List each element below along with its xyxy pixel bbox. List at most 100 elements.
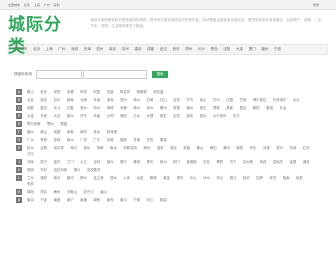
city-link[interactable]: 嘉峪关 xyxy=(273,159,283,165)
city-link[interactable]: 白银 xyxy=(226,97,233,103)
city-link[interactable]: 焦作 xyxy=(147,159,154,165)
city-link[interactable]: 湖州 xyxy=(143,145,150,151)
city-link[interactable]: 成都 xyxy=(147,47,154,52)
city-link[interactable]: 吉林 xyxy=(93,159,100,165)
city-link[interactable]: 巢湖 xyxy=(266,105,273,111)
city-link[interactable]: 承德 xyxy=(107,105,114,111)
city-link[interactable]: 来宾 xyxy=(27,181,34,187)
city-link[interactable]: 白山 xyxy=(160,97,167,103)
city-link[interactable]: 东莞 xyxy=(40,113,47,119)
city-link[interactable]: 河池 xyxy=(290,145,297,151)
city-link[interactable]: 甘孜 xyxy=(147,137,154,143)
city-link[interactable]: 呼和浩特 xyxy=(123,145,137,151)
city-link[interactable]: 北京 xyxy=(27,97,34,103)
city-link[interactable]: 安阳 xyxy=(54,89,61,95)
city-link[interactable]: 嘉兴 xyxy=(40,159,47,165)
city-link[interactable]: 金华 xyxy=(54,159,61,165)
city-link[interactable]: 南昌 xyxy=(54,197,61,203)
city-link[interactable]: 开封 xyxy=(40,167,47,173)
province-select[interactable] xyxy=(36,69,82,79)
city-link[interactable]: 拉萨 xyxy=(256,175,263,181)
city-link[interactable]: 儋州 xyxy=(200,113,207,119)
city-link[interactable]: 北京 xyxy=(33,47,40,52)
city-link[interactable]: 梅州 xyxy=(54,189,61,195)
city-link[interactable]: 绵阳 xyxy=(27,189,34,195)
city-link[interactable]: 果洛 xyxy=(160,137,167,143)
city-link[interactable]: 东营 xyxy=(93,113,100,119)
city-link[interactable]: 丹东 xyxy=(80,113,87,119)
city-link[interactable]: 龙岩 xyxy=(137,175,144,181)
city-link[interactable]: 鄂州 xyxy=(47,121,54,127)
city-link[interactable]: 池州 xyxy=(147,105,154,111)
city-link[interactable]: 迪庆 xyxy=(186,113,193,119)
city-link[interactable]: 鄂尔多斯 xyxy=(27,121,41,127)
city-link[interactable]: 百色 xyxy=(173,97,180,103)
city-link[interactable]: 甘南 xyxy=(133,137,140,143)
city-link[interactable]: 阿坝 xyxy=(80,89,87,95)
city-link[interactable]: 毕节 xyxy=(186,97,193,103)
city-link[interactable]: 南平 xyxy=(120,197,127,203)
city-link[interactable]: 厦门 xyxy=(249,47,256,52)
city-link[interactable]: 克拉玛依 xyxy=(54,167,68,173)
city-link[interactable]: 阜新 xyxy=(67,129,74,135)
city-link[interactable]: 蚌埠 xyxy=(67,97,74,103)
city-link[interactable]: 广州 xyxy=(58,47,65,52)
city-link[interactable]: 深圳 xyxy=(71,47,78,52)
city-link[interactable]: 晋城 xyxy=(133,159,140,165)
city-link[interactable]: 海口 xyxy=(70,145,77,151)
city-link[interactable]: 揭阳 xyxy=(216,159,223,165)
city-link[interactable]: 丽水 xyxy=(110,175,117,181)
city-link[interactable]: 乐山 xyxy=(190,175,197,181)
city-link[interactable]: 阿克苏 xyxy=(120,89,130,95)
city-link[interactable]: 荆门 xyxy=(173,159,180,165)
city-link[interactable]: 北屯 xyxy=(293,97,300,103)
city-link[interactable]: 黄冈 xyxy=(223,145,230,151)
city-link[interactable]: 鞍山 xyxy=(27,89,34,95)
city-link[interactable]: 滨州 xyxy=(120,97,127,103)
city-link[interactable]: 长沙 xyxy=(198,47,205,52)
city-link[interactable]: 丽江 xyxy=(230,175,237,181)
city-link[interactable]: 晋中 xyxy=(120,159,127,165)
city-link[interactable]: 茂名 xyxy=(40,189,47,195)
top-link[interactable]: 广州 xyxy=(44,3,50,7)
city-link[interactable]: 抚顺 xyxy=(54,129,61,135)
city-link[interactable]: 怀化 xyxy=(250,145,257,151)
city-link[interactable]: 广州 xyxy=(27,137,34,143)
city-link[interactable]: 泸州 xyxy=(203,175,210,181)
city-link[interactable]: 红河 xyxy=(303,145,310,151)
city-link[interactable]: 苏州 xyxy=(122,47,129,52)
city-link[interactable]: 保定 xyxy=(40,97,47,103)
city-link[interactable]: 武汉 xyxy=(160,47,167,52)
city-link[interactable]: 沧州 xyxy=(93,105,100,111)
top-link[interactable]: 上海 xyxy=(34,3,40,7)
city-link[interactable]: 林芝 xyxy=(269,175,276,181)
city-link[interactable]: 喀什 xyxy=(74,167,81,173)
city-link[interactable]: 南京 xyxy=(27,197,34,203)
city-link[interactable]: 上海 xyxy=(46,47,53,52)
city-link[interactable]: 昌都 xyxy=(226,105,233,111)
city-link[interactable]: 江门 xyxy=(67,159,74,165)
city-link[interactable]: 邯郸 xyxy=(97,145,104,151)
city-link[interactable]: 淮北 xyxy=(170,145,177,151)
city-link[interactable]: 青岛 xyxy=(211,47,218,52)
city-link[interactable]: 惠州 xyxy=(84,145,91,151)
city-link[interactable]: 赣州 xyxy=(67,137,74,143)
city-link[interactable]: 合肥 xyxy=(40,145,47,151)
city-link[interactable]: 莱芜 xyxy=(163,175,170,181)
city-link[interactable]: 防城港 xyxy=(107,129,117,135)
city-link[interactable]: 大兴安岭 xyxy=(213,113,227,119)
top-link[interactable]: 全国城市 xyxy=(8,3,20,7)
city-link[interactable]: 佛山 xyxy=(40,129,47,135)
city-link[interactable]: 潮州 xyxy=(186,105,193,111)
search-button[interactable]: 搜索 xyxy=(152,70,168,78)
city-link[interactable]: 安庆 xyxy=(40,89,47,95)
city-link[interactable]: 博尔塔拉 xyxy=(253,97,267,103)
city-link[interactable]: 昌吉 xyxy=(240,105,247,111)
city-link[interactable]: 广安 xyxy=(80,137,87,143)
top-link[interactable]: 北京 xyxy=(24,3,30,7)
city-link[interactable]: 陇南 xyxy=(283,175,290,181)
city-link[interactable]: 南充 xyxy=(107,197,114,203)
city-link[interactable]: 杭州 xyxy=(96,47,103,52)
city-link[interactable]: 北海 xyxy=(80,97,87,103)
city-link[interactable]: 白城 xyxy=(147,97,154,103)
